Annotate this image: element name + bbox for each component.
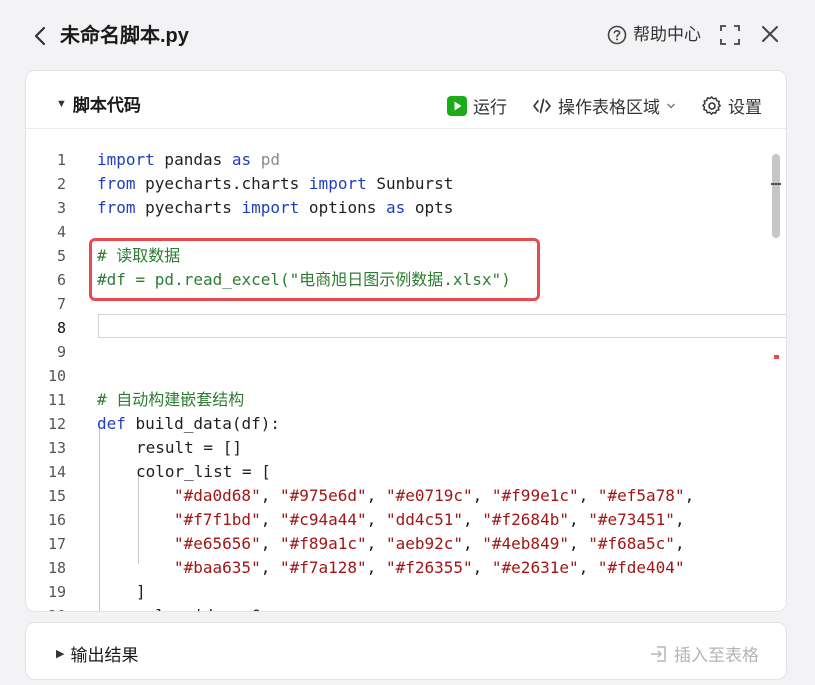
fullscreen-icon <box>720 25 740 45</box>
settings-label: 设置 <box>728 98 762 117</box>
question-circle-icon <box>607 25 627 45</box>
output-label: 输出结果 <box>70 646 139 665</box>
caret-down-icon: ▼ <box>56 97 67 110</box>
script-title: 未命名脚本.py <box>60 25 189 47</box>
line-number: 7 <box>56 295 66 313</box>
code-line: import pandas as pd <box>97 150 281 169</box>
editor-toolbar: ▼ 脚本代码 运行 操作表格区域 设置 <box>26 71 786 129</box>
code-icon <box>533 98 551 113</box>
highlight-annotation-box <box>89 238 540 301</box>
fullscreen-button[interactable] <box>719 24 741 46</box>
line-number: 4 <box>56 223 66 241</box>
code-line: color_list = [ <box>136 462 271 481</box>
table-area-label: 操作表格区域 <box>558 98 660 117</box>
scrollbar-thumb[interactable] <box>772 154 780 238</box>
code-comment: # 自动构建嵌套结构 <box>97 390 245 409</box>
code-line: "#da0d68", "#975e6d", "#e0719c", "#f99e1… <box>174 486 695 505</box>
code-line: color_idx = 0 <box>136 604 261 611</box>
caret-right-icon: ▶ <box>56 648 65 660</box>
code-line: "#f7f1bd", "#c94a44", "dd4c51", "#f2684b… <box>174 510 685 529</box>
insert-icon <box>651 645 666 662</box>
close-button[interactable] <box>759 23 781 45</box>
output-toggle[interactable]: ▶ 输出结果 <box>56 641 138 666</box>
output-panel: ▶ 输出结果 插入至表格 <box>25 622 787 680</box>
help-center-button[interactable]: 帮助中心 <box>607 24 701 46</box>
script-code-panel: ▼ 脚本代码 运行 操作表格区域 设置 1 2 3 4 5 6 7 8 9 10… <box>25 70 787 612</box>
gear-icon <box>702 95 721 115</box>
script-code-label: 脚本代码 <box>72 96 141 115</box>
code-line: ] <box>136 582 146 601</box>
code-line: "#baa635", "#f7a128", "#f26355", "#e2631… <box>174 558 685 577</box>
top-bar: 未命名脚本.py 帮助中心 <box>0 0 815 70</box>
help-center-label: 帮助中心 <box>633 25 701 44</box>
insert-to-table-button[interactable]: 插入至表格 <box>650 641 759 666</box>
code-line: def build_data(df): <box>97 414 281 433</box>
settings-button[interactable]: 设置 <box>702 93 762 118</box>
run-label: 运行 <box>473 98 507 117</box>
code-line: result = [] <box>136 438 242 457</box>
active-line-input[interactable] <box>98 314 786 338</box>
table-area-dropdown[interactable]: 操作表格区域 <box>532 93 676 118</box>
line-number: 8 <box>56 319 66 337</box>
line-number: 10 <box>47 367 66 385</box>
close-icon <box>762 26 778 42</box>
line-number: 9 <box>56 343 66 361</box>
back-button[interactable] <box>28 24 52 48</box>
code-line: from pyecharts.charts import Sunburst <box>97 174 454 193</box>
scrollbar-error-marker <box>774 355 779 359</box>
code-line: from pyecharts import options as opts <box>97 198 454 217</box>
script-code-toggle[interactable]: ▼ 脚本代码 <box>56 91 141 116</box>
play-icon <box>447 95 467 116</box>
insert-to-table-label: 插入至表格 <box>674 646 759 665</box>
code-editor[interactable]: 1 2 3 4 5 6 7 8 9 10 11 12 13 14 15 16 1… <box>26 130 786 611</box>
run-button[interactable]: 运行 <box>447 93 507 118</box>
scrollbar-cursor-marker <box>771 183 781 185</box>
code-line: "#e65656", "#f89a1c", "aeb92c", "#4eb849… <box>174 534 685 553</box>
chevron-down-icon <box>667 103 675 108</box>
chevron-left-icon <box>34 26 46 46</box>
